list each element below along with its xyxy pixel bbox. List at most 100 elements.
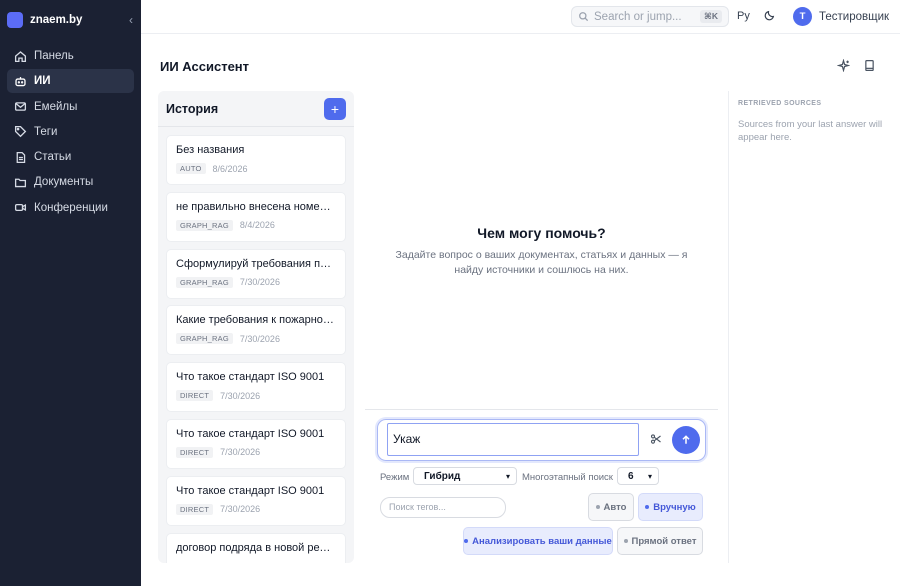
chevron-down-icon: ▾ xyxy=(647,471,652,481)
history-title: История xyxy=(166,101,219,116)
history-panel: История + Без названия AUTO 8/6/2026 не п… xyxy=(158,91,354,563)
search-shortcut: ⌘K xyxy=(699,10,722,23)
history-header: История + xyxy=(158,91,354,127)
dot-icon xyxy=(595,505,600,509)
mode-badge: GRAPH_RAG xyxy=(176,276,233,288)
multistep-label: Многоэтапный поиск xyxy=(522,472,613,483)
manual-button[interactable]: Вручную xyxy=(638,493,703,521)
dot-icon xyxy=(464,539,469,543)
scissors-icon[interactable] xyxy=(650,433,664,447)
moon-icon xyxy=(764,10,775,21)
sparkles-icon[interactable] xyxy=(836,58,851,73)
mode-label: Режим xyxy=(380,472,410,483)
history-item-title: Что такое стандарт ISO 9001 xyxy=(176,484,325,497)
sidebar-item-label: Панель xyxy=(34,50,74,62)
dot-icon xyxy=(645,505,650,509)
mode-select-value: Гибрид xyxy=(424,470,461,482)
manual-button-label: Вручную xyxy=(653,501,696,513)
sources-panel: RETRIEVED SOURCES Sources from your last… xyxy=(728,91,900,563)
mail-icon xyxy=(13,100,27,114)
mode-badge: GRAPH_RAG xyxy=(176,333,233,345)
sources-title: RETRIEVED SOURCES xyxy=(738,100,822,107)
sidebar-item-articles[interactable]: Статьи xyxy=(7,145,134,169)
auto-button[interactable]: Авто xyxy=(588,493,634,521)
history-item[interactable]: не правильно внесена номенклатура GRAPH_… xyxy=(166,191,346,242)
history-item-title: Что такое стандарт ISO 9001 xyxy=(176,427,325,440)
global-search[interactable]: Search or jump... ⌘K xyxy=(571,6,729,27)
history-item-date: 8/4/2026 xyxy=(239,220,275,231)
tag-search-input[interactable]: Поиск тегов... xyxy=(380,497,506,518)
auto-button-label: Авто xyxy=(603,501,627,513)
history-item-date: 8/6/2026 xyxy=(212,163,248,174)
send-button[interactable] xyxy=(672,426,700,454)
video-icon xyxy=(13,201,27,215)
sidebar-item-emails[interactable]: Емейлы xyxy=(7,95,134,119)
history-list: Без названия AUTO 8/6/2026 не правильно в… xyxy=(166,135,346,563)
direct-answer-label: Прямой ответ xyxy=(631,535,697,547)
folder-icon xyxy=(13,175,27,189)
sidebar-item-ai[interactable]: ИИ xyxy=(7,69,134,94)
history-item[interactable]: Что такое стандарт ISO 9001 DIRECT 7/30/2… xyxy=(166,362,346,413)
sidebar-item-tags[interactable]: Теги xyxy=(7,120,134,144)
history-item-date: 7/30/2026 xyxy=(239,277,280,288)
mode-badge: DIRECT xyxy=(176,390,214,402)
sidebar-item-documents[interactable]: Документы xyxy=(7,170,134,194)
chat-hero-title: Чем могу помочь? xyxy=(477,225,606,241)
history-item[interactable]: Сформулируй требования по пожарной безоп… xyxy=(166,248,346,299)
home-icon xyxy=(13,49,27,63)
dot-icon xyxy=(623,539,628,543)
history-item[interactable]: Что такое стандарт ISO 9001 DIRECT 7/30/2… xyxy=(166,418,346,469)
brand: znaem.by ‹ xyxy=(0,0,141,40)
history-item-date: 7/30/2026 xyxy=(220,447,261,458)
history-item-date: 7/30/2026 xyxy=(239,333,280,344)
history-item-title: Что такое стандарт ISO 9001 xyxy=(176,371,325,384)
divider xyxy=(365,409,718,410)
multistep-select[interactable]: 6 ▾ xyxy=(617,467,659,485)
history-item-title: Без названия xyxy=(176,144,245,156)
page-title: ИИ Ассистент xyxy=(160,59,250,74)
history-item-date: 7/30/2026 xyxy=(220,504,261,515)
history-item[interactable]: Без названия AUTO 8/6/2026 xyxy=(166,135,346,185)
user-menu[interactable]: Т Тестировщик xyxy=(793,7,889,26)
sidebar-item-dashboard[interactable]: Панель xyxy=(7,44,134,68)
analyze-data-label: Анализировать ваши данные xyxy=(472,535,612,547)
book-icon[interactable] xyxy=(863,59,877,73)
sidebar-item-label: ИИ xyxy=(34,75,51,88)
topbar: Search or jump... ⌘K Ру Т Тестировщик xyxy=(141,0,900,34)
sidebar-item-label: Конференции xyxy=(34,201,108,214)
sidebar-item-label: Статьи xyxy=(34,151,72,164)
chevron-down-icon: ▾ xyxy=(505,471,510,481)
bot-icon xyxy=(13,74,27,88)
history-item-title: Сформулируй требования по пожарной безоп… xyxy=(176,257,336,270)
multistep-select-value: 6 xyxy=(628,470,634,482)
mode-badge: AUTO xyxy=(176,163,206,174)
sidebar-item-conferences[interactable]: Конференции xyxy=(7,196,134,220)
language-switcher[interactable]: Ру xyxy=(737,10,750,22)
history-item[interactable]: Какие требования к пожарной безопасности… xyxy=(166,305,346,356)
arrow-up-icon xyxy=(682,435,690,444)
search-placeholder: Search or jump... xyxy=(594,10,682,23)
sidebar-item-label: Документы xyxy=(34,176,94,189)
theme-toggle[interactable] xyxy=(764,9,778,23)
sidebar: znaem.by ‹ Панель ИИ Емейлы Теги Статьи … xyxy=(0,0,141,586)
analyze-data-button[interactable]: Анализировать ваши данные xyxy=(463,527,613,555)
tag-icon xyxy=(13,125,27,139)
mode-badge: DIRECT xyxy=(176,446,214,458)
history-item[interactable]: договор подряда в новой редакции xyxy=(166,532,346,563)
mode-badge: DIRECT xyxy=(176,503,214,515)
collapse-sidebar-icon[interactable]: ‹ xyxy=(129,13,133,27)
chat-composer: Укаж xyxy=(377,419,706,461)
brand-name: znaem.by xyxy=(30,14,83,26)
new-chat-button[interactable]: + xyxy=(324,97,346,120)
sidebar-item-label: Теги xyxy=(34,125,58,138)
mode-select[interactable]: Гибрид ▾ xyxy=(413,467,517,485)
history-item[interactable]: Что такое стандарт ISO 9001 DIRECT 7/30/2… xyxy=(166,475,346,526)
direct-answer-button[interactable]: Прямой ответ xyxy=(617,527,703,555)
user-name: Тестировщик xyxy=(819,10,890,23)
sidebar-nav: Панель ИИ Емейлы Теги Статьи Документы К… xyxy=(0,40,141,225)
sources-empty-text: Sources from your last answer will appea… xyxy=(738,119,883,143)
chat-hero-subtitle: Задайте вопрос о ваших документах, стать… xyxy=(395,249,688,276)
sidebar-item-label: Емейлы xyxy=(34,100,78,113)
chat-input[interactable]: Укаж xyxy=(387,423,639,456)
brand-logo xyxy=(7,12,23,28)
